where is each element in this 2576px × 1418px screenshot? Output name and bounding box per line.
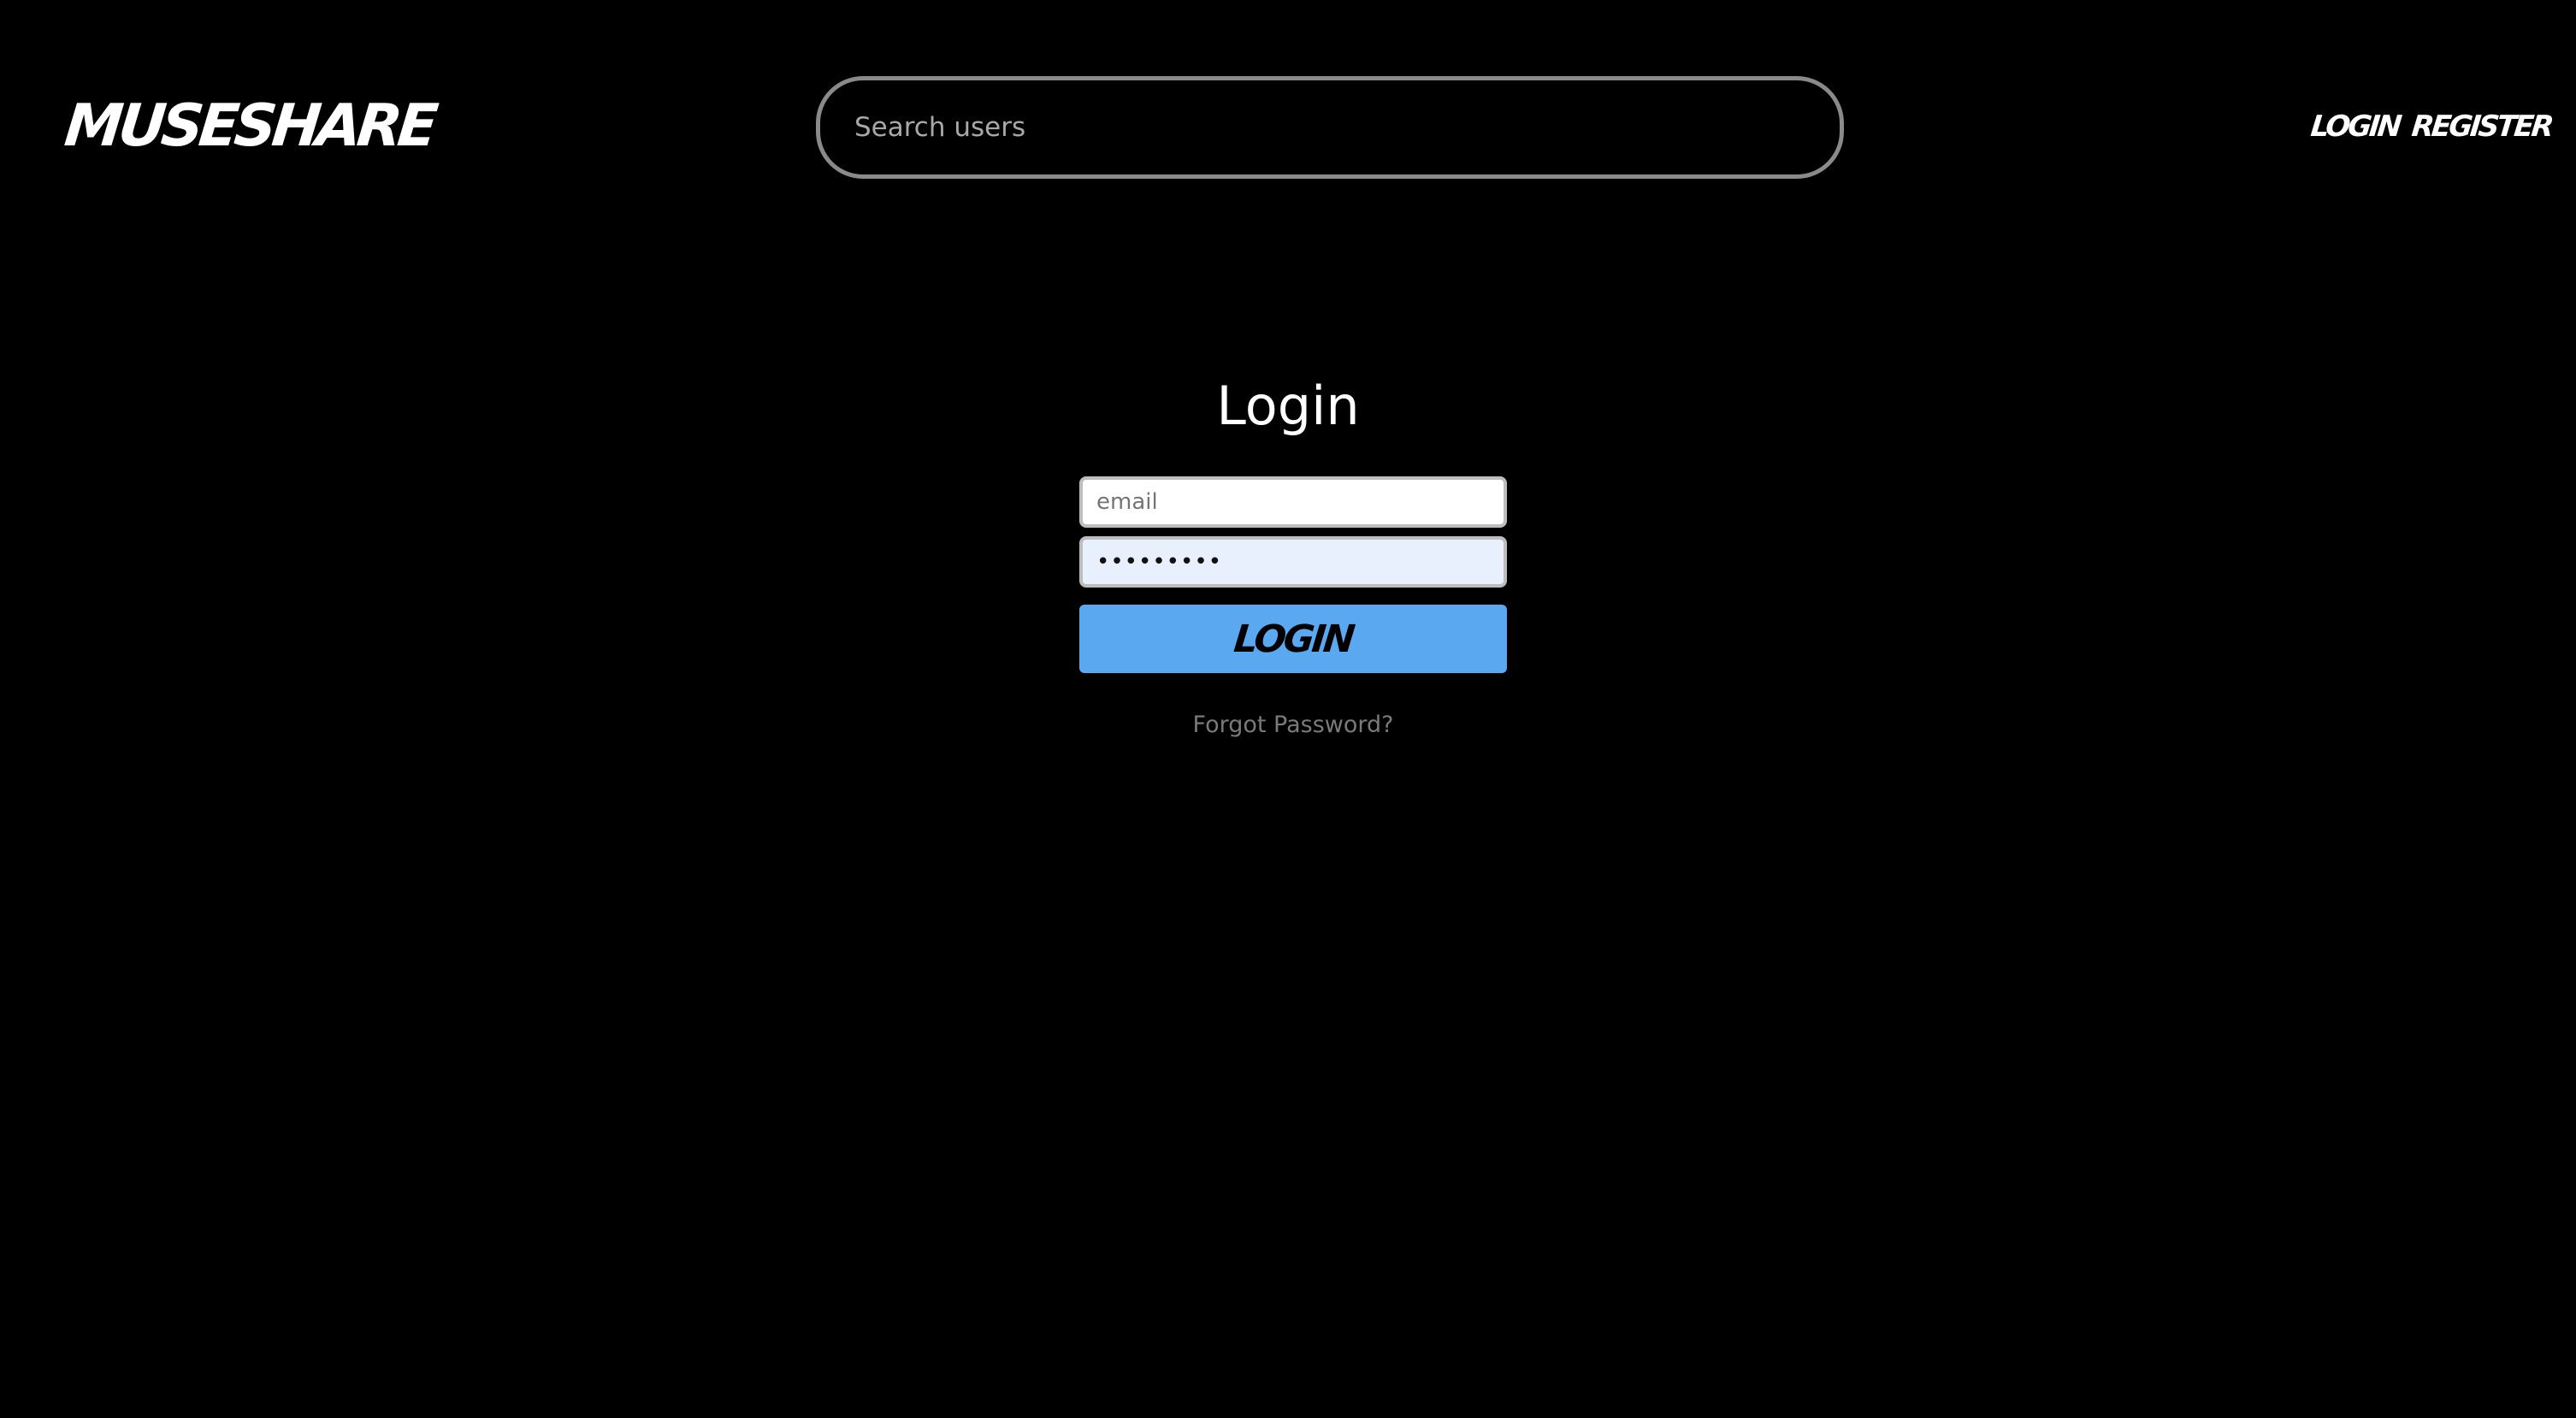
login-title: Login xyxy=(1216,375,1360,437)
top-navigation-bar: MUSESHARE LOGIN REGISTER xyxy=(0,0,2576,257)
search-users-input[interactable] xyxy=(854,80,1804,174)
password-field[interactable] xyxy=(1079,536,1507,588)
login-submit-label: LOGIN xyxy=(1232,617,1355,661)
search-bar[interactable] xyxy=(816,76,1844,179)
forgot-password-link[interactable]: Forgot Password? xyxy=(1079,706,1507,744)
nav-login-link[interactable]: LOGIN xyxy=(2308,103,2402,151)
museshare-logo[interactable]: MUSESHARE xyxy=(62,92,437,161)
nav-register-link[interactable]: REGISTER xyxy=(2409,103,2554,151)
email-field[interactable] xyxy=(1079,476,1507,528)
login-submit-button[interactable]: LOGIN xyxy=(1079,605,1507,673)
